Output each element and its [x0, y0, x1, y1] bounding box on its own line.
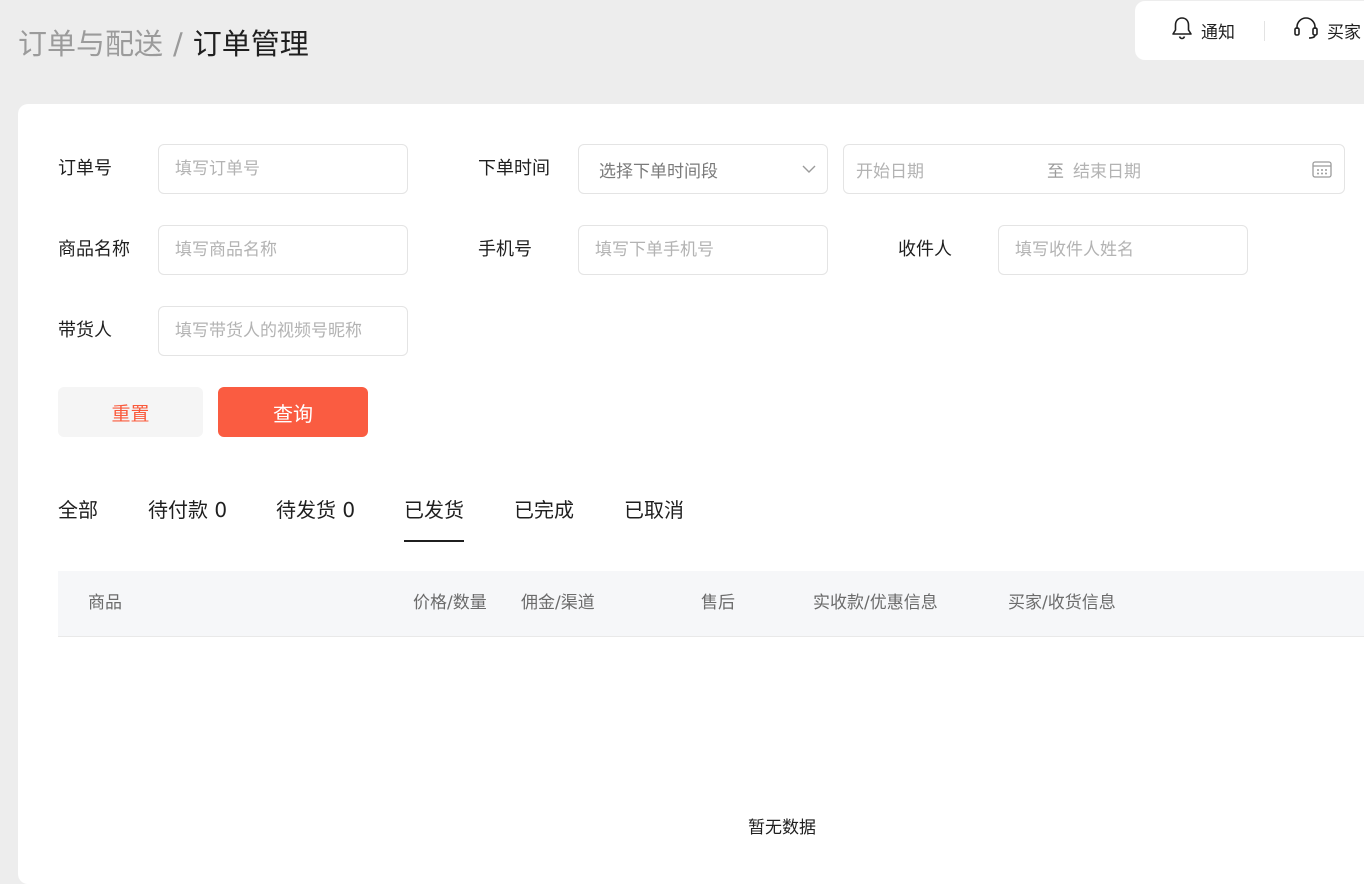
buyer-service-button[interactable]: 买家	[1293, 1, 1361, 60]
order-time-select-value: 选择下单时间段	[599, 161, 718, 182]
order-no-label: 订单号	[58, 158, 112, 179]
receiver-label: 收件人	[898, 239, 952, 260]
breadcrumb-parent[interactable]: 订单与配送	[18, 27, 163, 61]
end-date-input[interactable]: 结束日期	[1073, 157, 1141, 182]
phone-input[interactable]	[595, 240, 827, 260]
tab-pending-payment[interactable]: 待付款 0	[148, 494, 227, 526]
notice-button[interactable]: 通知	[1171, 1, 1235, 60]
column-buyer-shipping: 买家/收货信息	[1008, 593, 1116, 613]
query-button[interactable]: 查询	[218, 387, 368, 437]
product-name-field[interactable]	[158, 225, 408, 275]
order-panel: 订单号 下单时间 选择下单时间段 开始日期 至 结束日期 商品名称 手机号 收件…	[18, 104, 1364, 884]
column-payment-discount: 实收款/优惠信息	[813, 593, 938, 613]
breadcrumb: 订单与配送 / 订单管理	[18, 24, 309, 64]
product-name-input[interactable]	[175, 240, 407, 260]
order-no-input[interactable]	[175, 159, 407, 179]
date-range-picker[interactable]: 开始日期 至 结束日期	[843, 144, 1345, 194]
start-date-input[interactable]: 开始日期	[856, 157, 924, 182]
tab-shipped[interactable]: 已发货	[404, 494, 464, 542]
order-no-field[interactable]	[158, 144, 408, 194]
product-name-label: 商品名称	[58, 239, 130, 260]
order-time-label: 下单时间	[478, 158, 550, 179]
top-actions-bar: 通知 买家	[1135, 1, 1364, 60]
page-title: 订单管理	[192, 27, 309, 61]
tab-all[interactable]: 全部	[58, 494, 98, 526]
notice-label: 通知	[1201, 23, 1235, 43]
receiver-input[interactable]	[1015, 240, 1247, 260]
tab-cancelled[interactable]: 已取消	[624, 494, 684, 526]
bell-icon	[1171, 16, 1201, 45]
promoter-field[interactable]	[158, 306, 408, 356]
column-commission-channel: 佣金/渠道	[521, 593, 595, 613]
column-after-sales: 售后	[701, 593, 735, 613]
breadcrumb-separator: /	[173, 27, 183, 61]
receiver-field[interactable]	[998, 225, 1248, 275]
headset-icon	[1293, 16, 1327, 45]
phone-label: 手机号	[478, 239, 532, 260]
column-price-quantity: 价格/数量	[413, 593, 487, 613]
empty-state-text: 暂无数据	[748, 818, 816, 838]
date-range-separator: 至	[1047, 161, 1064, 182]
chevron-down-icon	[801, 161, 817, 182]
promoter-label: 带货人	[58, 320, 112, 341]
table-header: 商品 价格/数量 佣金/渠道 售后 实收款/优惠信息 买家/收货信息	[58, 571, 1364, 637]
calendar-icon[interactable]	[1312, 160, 1332, 183]
tab-completed[interactable]: 已完成	[514, 494, 574, 526]
column-product: 商品	[88, 593, 122, 613]
reset-button[interactable]: 重置	[58, 387, 203, 437]
promoter-input[interactable]	[175, 321, 407, 341]
buyer-label: 买家	[1327, 23, 1361, 43]
phone-field[interactable]	[578, 225, 828, 275]
order-time-select[interactable]: 选择下单时间段	[578, 144, 828, 194]
tab-pending-shipment[interactable]: 待发货 0	[276, 494, 355, 526]
topbar-divider	[1264, 21, 1265, 41]
